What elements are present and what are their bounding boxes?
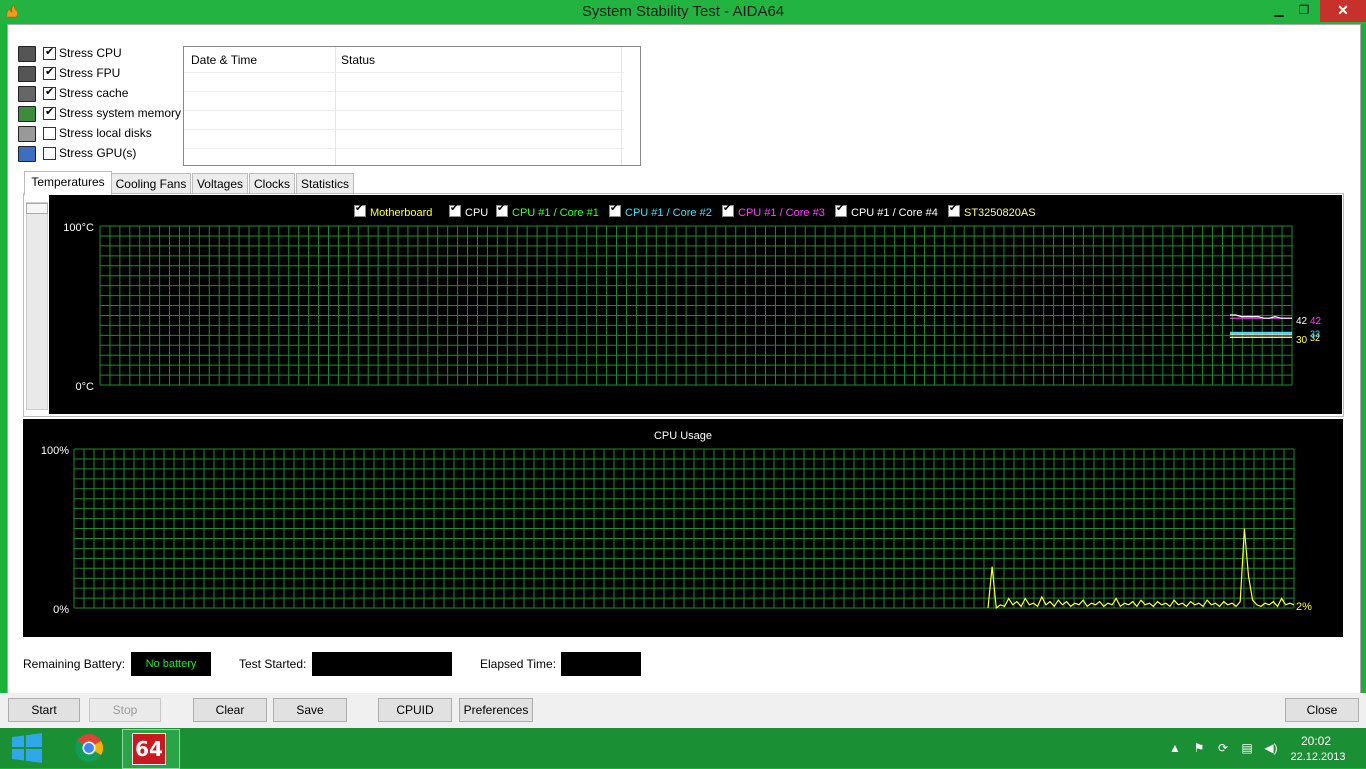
cache-icon [18, 86, 36, 102]
cpu-usage-current-value: 2% [1296, 601, 1312, 613]
temperature-chart-svg: 100°C 0°C 42 42 30 33 32 [63, 222, 1322, 393]
battery-label: Remaining Battery: [23, 657, 126, 671]
test-started-label: Test Started: [239, 657, 307, 671]
tab-statistics[interactable]: Statistics [296, 173, 354, 194]
cpu-icon [18, 46, 36, 62]
stress-option-checkbox[interactable] [43, 127, 56, 140]
cpu-usage-chart-svg: CPU Usage 100% 0% 2% [41, 430, 1312, 616]
cpu-usage-title: CPU Usage [654, 430, 712, 442]
stress-option-label[interactable]: Stress cache [59, 86, 128, 100]
tab-clocks[interactable]: Clocks [249, 173, 295, 194]
stress-option-row[interactable]: Stress GPU(s) [18, 144, 188, 164]
temperature-readout-cpu: 32 [1310, 333, 1320, 343]
sync-icon[interactable]: ⟳ [1216, 741, 1230, 755]
temperature-readout-core3: 42 [1310, 316, 1322, 327]
column-header-status[interactable]: Status [341, 53, 375, 67]
stress-option-checkbox[interactable] [43, 65, 56, 80]
column-header-date-time[interactable]: Date & Time [191, 53, 257, 67]
test-started-value [312, 652, 452, 676]
clear-button[interactable]: Clear [193, 698, 267, 722]
close-button[interactable]: Close [1285, 698, 1359, 722]
clock-date[interactable]: 22.12.2013 [1288, 751, 1348, 763]
stress-option-row[interactable]: Stress local disks [18, 124, 188, 144]
stress-option-label[interactable]: Stress system memory [59, 106, 181, 120]
chart-scrollbar-thumb[interactable] [26, 203, 48, 214]
stress-option-label[interactable]: Stress local disks [59, 126, 152, 140]
stress-option-checkbox[interactable] [43, 45, 56, 60]
temperature-readout-core4: 42 [1296, 316, 1308, 327]
windows-logo-icon[interactable] [10, 732, 44, 764]
taskbar [0, 728, 1366, 768]
stress-option-row[interactable]: Stress CPU [18, 44, 188, 64]
save-button[interactable]: Save [273, 698, 347, 722]
tab-cooling-fans[interactable]: Cooling Fans [111, 173, 191, 194]
show-hidden-icons-icon[interactable]: ▲ [1168, 741, 1182, 755]
fpu-icon [18, 66, 36, 82]
clock-time[interactable]: 20:02 [1296, 734, 1336, 748]
memory-icon [18, 106, 36, 122]
temperature-y-min-label: 0°C [76, 381, 95, 393]
stress-option-row[interactable]: Stress FPU [18, 64, 188, 84]
disk-icon [18, 126, 36, 142]
chrome-icon[interactable] [74, 733, 104, 763]
battery-value: No battery [131, 652, 211, 676]
stress-option-row[interactable]: Stress system memory [18, 104, 188, 124]
temperature-y-max-label: 100°C [63, 222, 94, 234]
start-button[interactable]: Start [8, 698, 80, 722]
restore-icon[interactable]: ❐ [1291, 0, 1317, 22]
stress-option-checkbox[interactable] [43, 147, 56, 160]
stress-option-label[interactable]: Stress CPU [59, 46, 122, 60]
cpu-usage-y-min-label: 0% [53, 604, 69, 616]
elapsed-time-value [561, 652, 641, 676]
elapsed-time-label: Elapsed Time: [480, 657, 557, 671]
log-table[interactable]: Date & Time Status [183, 46, 641, 166]
cpu-usage-chart: CPU Usage 100% 0% 2% [23, 419, 1343, 637]
action-center-flag-icon[interactable]: ⚑ [1192, 741, 1206, 755]
window-title: System Stability Test - AIDA64 [581, 3, 785, 20]
minimize-icon[interactable]: ▁ [1266, 0, 1292, 22]
temperature-chart: MotherboardCPUCPU #1 / Core #1CPU #1 / C… [49, 195, 1342, 414]
cpuid-button[interactable]: CPUID [378, 698, 452, 722]
stress-option-label[interactable]: Stress FPU [59, 66, 120, 80]
volume-icon[interactable]: ◀) [1264, 741, 1278, 755]
cpu-usage-y-max-label: 100% [41, 445, 69, 457]
stress-option-checkbox[interactable] [43, 85, 56, 100]
temperature-readout-motherboard: 30 [1296, 335, 1308, 346]
stress-option-label[interactable]: Stress GPU(s) [59, 146, 136, 160]
stress-option-checkbox[interactable] [43, 105, 56, 120]
aida64-icon[interactable]: 64 [132, 733, 166, 765]
stop-button[interactable]: Stop [89, 698, 161, 722]
tab-voltages[interactable]: Voltages [192, 173, 248, 194]
stress-option-row[interactable]: Stress cache [18, 84, 188, 104]
chart-scrollbar[interactable] [26, 202, 48, 410]
tab-temperatures[interactable]: Temperatures [24, 171, 112, 195]
close-icon[interactable]: ✕ [1320, 0, 1366, 22]
network-icon[interactable]: ▤ [1240, 741, 1254, 755]
preferences-button[interactable]: Preferences [459, 698, 533, 722]
gpu-icon [18, 146, 36, 162]
